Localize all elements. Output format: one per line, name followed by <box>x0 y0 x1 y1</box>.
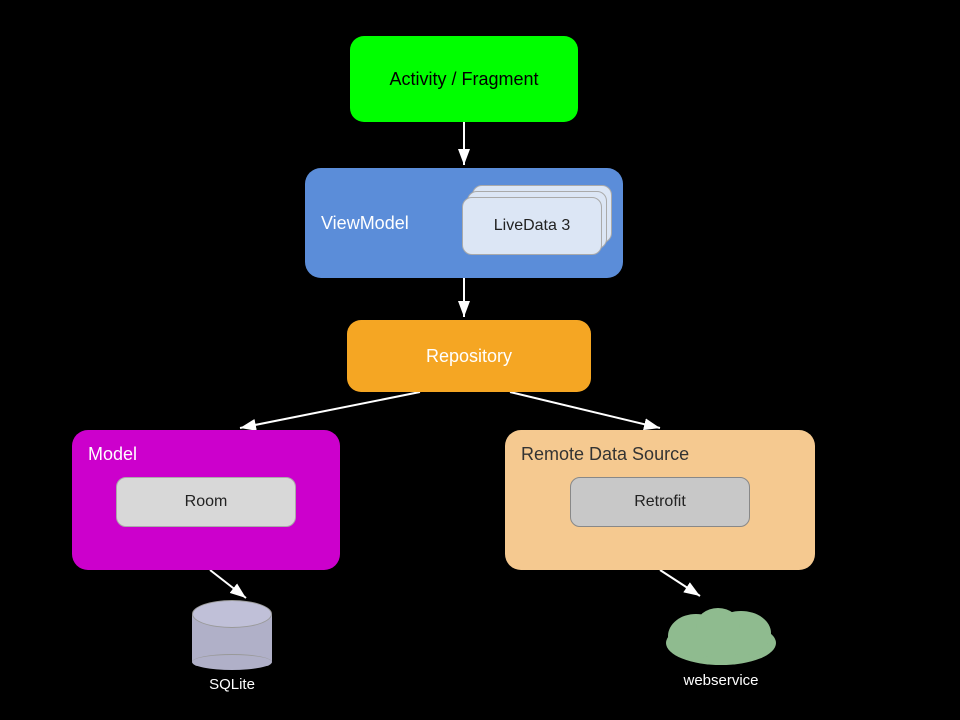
viewmodel-box: ViewModel LiveData 3 <box>305 168 623 278</box>
model-label: Model <box>88 444 137 465</box>
remote-data-source-label: Remote Data Source <box>521 444 689 465</box>
webservice-label: webservice <box>683 672 758 689</box>
sqlite-cylinder <box>192 600 272 670</box>
activity-fragment-label: Activity / Fragment <box>389 69 538 90</box>
cloud-icon <box>656 598 786 668</box>
retrofit-label: Retrofit <box>634 493 686 511</box>
viewmodel-label: ViewModel <box>321 213 409 234</box>
remote-data-source-box: Remote Data Source Retrofit <box>505 430 815 570</box>
repository-box: Repository <box>347 320 591 392</box>
cylinder-bottom <box>192 654 272 670</box>
repository-label: Repository <box>426 346 512 367</box>
activity-fragment-box: Activity / Fragment <box>350 36 578 122</box>
cylinder-top <box>192 600 272 628</box>
architecture-diagram: Activity / Fragment ViewModel LiveData 3… <box>0 0 960 720</box>
livedata-stack: LiveData 3 <box>462 185 607 261</box>
webservice-container: webservice <box>656 598 786 689</box>
retrofit-card: Retrofit <box>570 477 750 527</box>
model-box: Model Room <box>72 430 340 570</box>
sqlite-label: SQLite <box>209 676 255 693</box>
livedata-label: LiveData 3 <box>494 217 571 235</box>
livedata-card-front: LiveData 3 <box>462 197 602 255</box>
room-card: Room <box>116 477 296 527</box>
sqlite-container: SQLite <box>192 600 272 693</box>
room-label: Room <box>185 493 228 511</box>
